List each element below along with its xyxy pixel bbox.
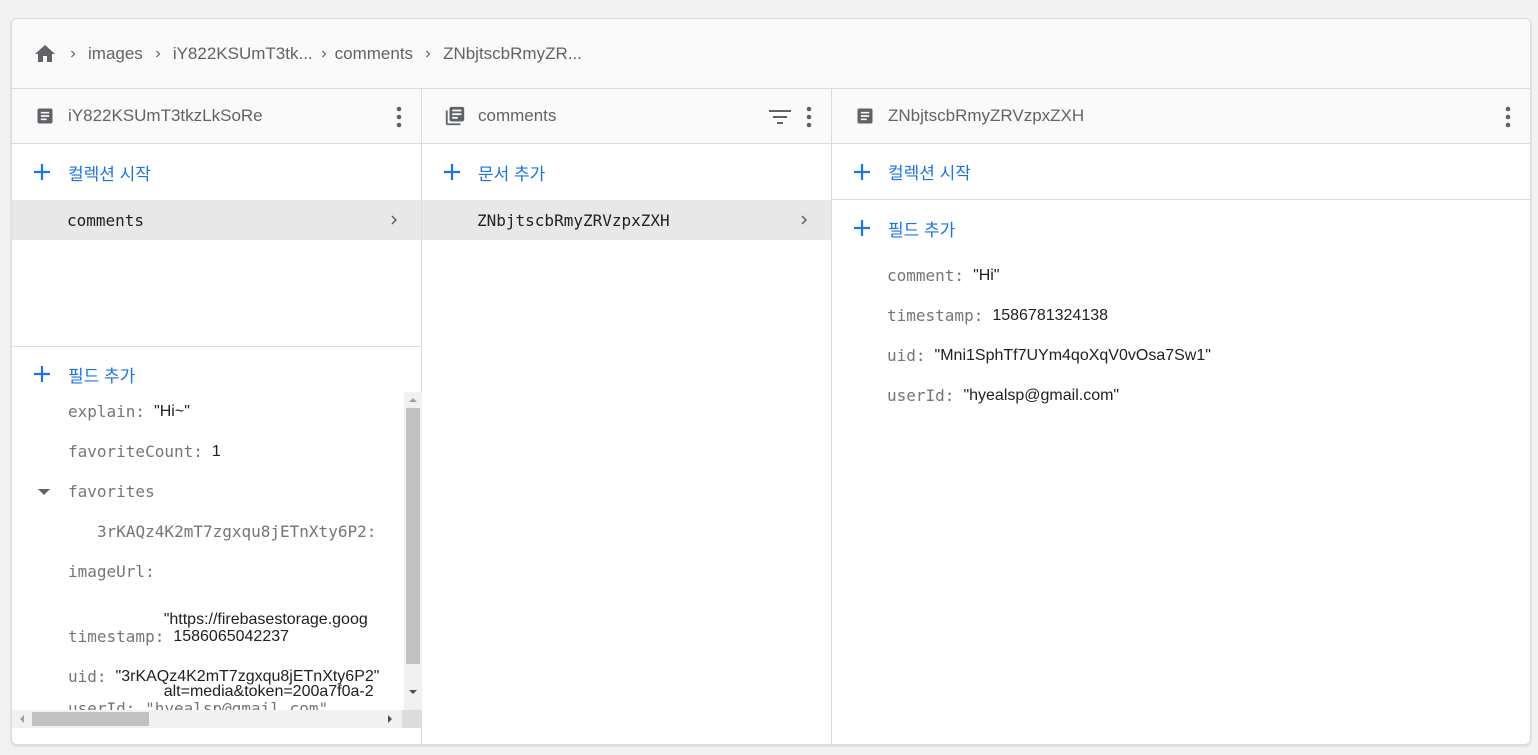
field-favorites-entry[interactable]: 3rKAQz4K2mT7zgxqu8jETnXty6P2: (97, 520, 376, 544)
start-collection-button[interactable]: 컬렉션 시작 (12, 144, 421, 200)
scroll-up-arrow-icon[interactable] (404, 392, 422, 408)
fields-list: explain: "Hi~" favoriteCount: 1 favorites … (12, 392, 402, 710)
vertical-scroll-thumb[interactable] (406, 408, 420, 664)
field-favorites[interactable]: favorites (68, 480, 155, 504)
start-collection-label: 컬렉션 시작 (888, 164, 971, 183)
collections-list: 컬렉션 시작 comments (12, 144, 421, 347)
chevron-right-icon (391, 215, 397, 225)
document-column: iY822KSUmT3tkzLkSoRe 컬렉션 시작 comments 필드 … (12, 89, 422, 744)
scroll-down-arrow-icon[interactable] (404, 684, 422, 700)
fields-scroll-area[interactable]: explain: "Hi~" favoriteCount: 1 favorites … (12, 392, 422, 744)
chevron-right-icon (413, 47, 443, 61)
field-uid[interactable]: uid: "Mni1SphTf7UYm4qoXqV0vOsa7Sw1" (887, 336, 1530, 376)
field-explain[interactable]: explain: "Hi~" (68, 400, 190, 424)
column-title: comments (478, 106, 557, 125)
chevron-right-icon (313, 47, 335, 61)
filter-icon[interactable] (767, 102, 793, 132)
horizontal-scrollbar[interactable] (12, 710, 402, 728)
plus-icon (32, 364, 52, 384)
field-user-id-partial[interactable]: userId: "hyealsp@gmail.com" (68, 697, 328, 710)
columns: iY822KSUmT3tkzLkSoRe 컬렉션 시작 comments 필드 … (12, 89, 1530, 744)
fields-list: comment: "Hi" timestamp: 1586781324138 uid… (832, 256, 1530, 416)
firestore-panel: images iY822KSUmT3tk... comments ZNbjtsc… (11, 18, 1531, 745)
column-header: ZNbjtscbRmyZRVzpxZXH (832, 89, 1530, 144)
plus-icon (442, 162, 462, 182)
breadcrumb-item-comments[interactable]: comments (335, 44, 413, 64)
plus-icon (852, 162, 872, 182)
start-collection-label: 컬렉션 시작 (68, 164, 151, 184)
scroll-left-arrow-icon[interactable] (14, 710, 30, 728)
field-timestamp[interactable]: timestamp: 1586065042237 (68, 625, 289, 649)
add-document-label: 문서 추가 (478, 164, 546, 184)
field-user-id[interactable]: userId: "hyealsp@gmail.com" (887, 376, 1530, 416)
list-item-label: ZNbjtscbRmyZRVzpxZXH (477, 210, 670, 230)
column-title: iY822KSUmT3tkzLkSoRe (68, 106, 263, 125)
arrow-drop-down-icon[interactable] (34, 480, 54, 504)
field-timestamp[interactable]: timestamp: 1586781324138 (887, 296, 1530, 336)
scroll-right-arrow-icon[interactable] (382, 710, 398, 728)
chevron-right-icon (801, 215, 807, 225)
list-item-label: comments (67, 210, 145, 230)
plus-icon (852, 218, 872, 238)
more-vert-icon[interactable] (799, 102, 819, 132)
comment-document-column: ZNbjtscbRmyZRVzpxZXH 컬렉션 시작 필드 추가 commen… (832, 89, 1530, 744)
breadcrumb: images iY822KSUmT3tk... comments ZNbjtsc… (12, 19, 1530, 89)
field-favorite-count[interactable]: favoriteCount: 1 (68, 440, 221, 464)
home-icon[interactable] (32, 41, 58, 67)
document-icon (34, 105, 56, 127)
collection-icon (444, 105, 466, 127)
add-document-button[interactable]: 문서 추가 (422, 144, 831, 200)
breadcrumb-item-images[interactable]: images (88, 44, 143, 64)
vertical-scrollbar[interactable] (404, 392, 422, 710)
field-comment[interactable]: comment: "Hi" (887, 256, 1530, 296)
more-vert-icon[interactable] (1498, 102, 1518, 132)
column-title: ZNbjtscbRmyZRVzpxZXH (888, 106, 1085, 125)
breadcrumb-item-document[interactable]: iY822KSUmT3tk... (173, 44, 313, 64)
add-field-button[interactable]: 필드 추가 (832, 200, 1530, 256)
list-item-document[interactable]: ZNbjtscbRmyZRVzpxZXH (422, 200, 831, 240)
add-field-label: 필드 추가 (68, 366, 136, 386)
collection-column: comments 문서 추가 ZNbjtscbRmyZRVzpxZXH (422, 89, 832, 744)
start-collection-button[interactable]: 컬렉션 시작 (832, 144, 1530, 200)
more-vert-icon[interactable] (389, 102, 409, 132)
breadcrumb-item-comment-doc[interactable]: ZNbjtscbRmyZR... (443, 44, 582, 64)
plus-icon (32, 162, 52, 182)
document-icon (854, 105, 876, 127)
list-item-comments[interactable]: comments (12, 200, 421, 240)
chevron-right-icon (58, 47, 88, 61)
add-field-label: 필드 추가 (888, 220, 956, 240)
field-uid[interactable]: uid: "3rKAQz4K2mT7zgxqu8jETnXty6P2" (68, 665, 379, 689)
horizontal-scroll-thumb[interactable] (32, 712, 149, 726)
scrollbar-corner (402, 710, 422, 728)
column-header: comments (422, 89, 831, 144)
chevron-right-icon (143, 47, 173, 61)
column-header: iY822KSUmT3tkzLkSoRe (12, 89, 421, 144)
